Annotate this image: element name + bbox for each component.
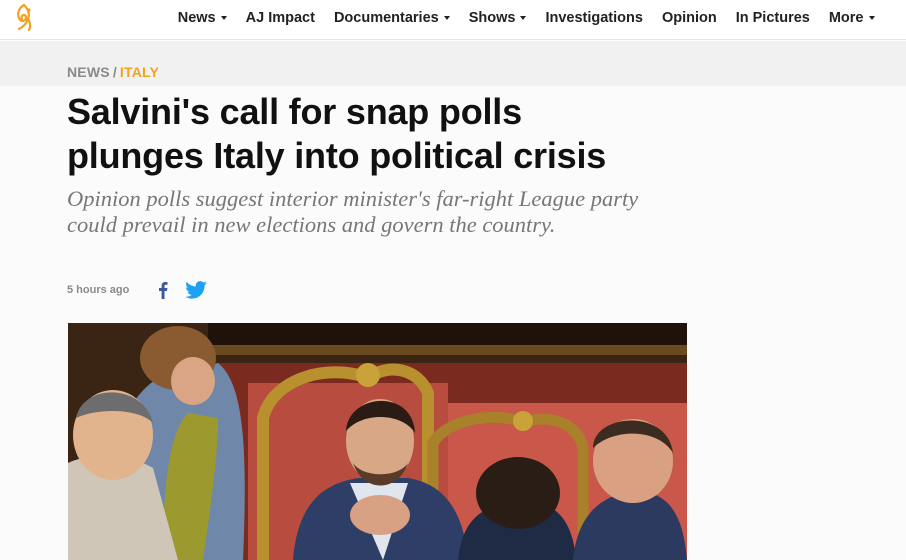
breadcrumb-section-link[interactable]: NEWS: [67, 64, 110, 80]
nav-item-label: Opinion: [661, 10, 717, 26]
hero-photo: [68, 323, 687, 560]
nav-item-label: News: [177, 10, 216, 26]
nav-item-label: AJ Impact: [245, 10, 315, 26]
al-jazeera-logo-icon[interactable]: [13, 3, 35, 33]
article-standfirst: Opinion polls suggest interior minister'…: [67, 186, 639, 237]
top-navigation: News AJ Impact Documentaries Shows Inves…: [0, 0, 906, 40]
article-meta: 5 hours ago: [67, 278, 208, 302]
nav-item-more[interactable]: More: [819, 10, 884, 26]
breadcrumb: NEWS / ITALY: [67, 64, 159, 80]
nav-item-label: More: [828, 10, 864, 26]
article-headline: Salvini's call for snap polls plunges It…: [67, 90, 707, 178]
breadcrumb-topic-link[interactable]: ITALY: [120, 64, 159, 80]
twitter-icon: [185, 281, 208, 299]
headline-line-2: plunges Italy into political crisis: [67, 135, 607, 176]
chevron-down-icon: [443, 16, 450, 20]
headline-line-1: Salvini's call for snap polls: [67, 91, 522, 132]
nav-item-opinion[interactable]: Opinion: [652, 10, 726, 26]
article-hero-image: [68, 323, 687, 560]
facebook-share-button[interactable]: [158, 280, 172, 300]
nav-item-label: Shows: [468, 10, 516, 26]
nav-item-label: Documentaries: [333, 10, 439, 26]
nav-item-label: Investigations: [545, 10, 643, 26]
article-timestamp: 5 hours ago: [67, 284, 130, 296]
nav-item-label: In Pictures: [735, 10, 810, 26]
chevron-down-icon: [220, 16, 227, 20]
chevron-down-icon: [520, 16, 527, 20]
nav-item-investigations[interactable]: Investigations: [536, 10, 653, 26]
nav-item-documentaries[interactable]: Documentaries: [324, 10, 459, 26]
breadcrumb-separator: /: [112, 64, 117, 80]
nav-item-in-pictures[interactable]: In Pictures: [726, 10, 819, 26]
chevron-down-icon: [868, 16, 875, 20]
nav-item-aj-impact[interactable]: AJ Impact: [236, 10, 324, 26]
main-menu: News AJ Impact Documentaries Shows Inves…: [168, 0, 884, 36]
facebook-icon: [159, 282, 168, 299]
nav-item-shows[interactable]: Shows: [459, 10, 536, 26]
nav-item-news[interactable]: News: [168, 10, 236, 26]
twitter-share-button[interactable]: [185, 280, 208, 300]
